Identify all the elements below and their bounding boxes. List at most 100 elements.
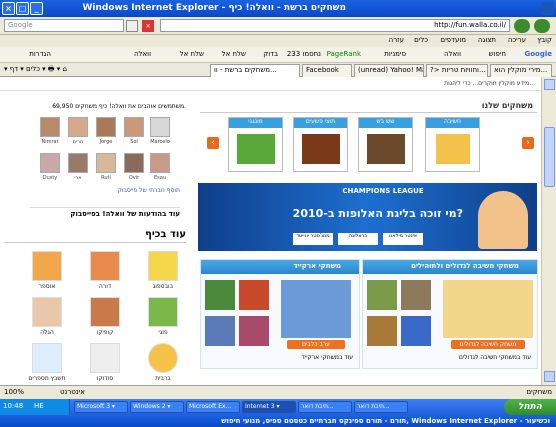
champions-banner[interactable]: CHAMPIONS LEAGUE מי זוכה בליגת האלופות ב… xyxy=(198,183,537,251)
friend-name: Esau xyxy=(154,175,166,181)
scroll-down-icon[interactable] xyxy=(544,371,555,382)
menu-favorites[interactable]: מועדפים xyxy=(441,36,466,44)
menu-tools[interactable]: כלים xyxy=(414,36,428,44)
tab-news[interactable]: ?> וחוויות טריות... xyxy=(426,64,488,77)
game-name: ברבית xyxy=(155,375,171,382)
maximize-button[interactable]: □ xyxy=(16,2,29,15)
game-thumb[interactable] xyxy=(367,316,397,346)
menu-view[interactable]: תצוגה xyxy=(478,36,496,44)
game-thumb[interactable] xyxy=(401,316,431,346)
featured-arcade-game[interactable] xyxy=(281,280,351,338)
toolbar-settings[interactable]: הגדרות xyxy=(29,50,51,58)
game-thumb[interactable] xyxy=(239,280,269,310)
avatar[interactable] xyxy=(150,117,170,137)
avatar[interactable] xyxy=(68,117,88,137)
start-button[interactable]: התחל xyxy=(504,399,556,415)
tab-facebook[interactable]: Facebook xyxy=(302,64,352,77)
status-text: משחקים xyxy=(526,388,552,396)
crime-image xyxy=(301,134,340,164)
toolbar-send[interactable]: שלח אל xyxy=(222,50,246,58)
hagla-icon[interactable] xyxy=(32,297,62,327)
friend-name: Sol xyxy=(130,139,138,145)
team-inter: אינטר מילאנו xyxy=(383,233,423,245)
toolbar-search[interactable]: חיפוש xyxy=(489,50,506,58)
toolbar-bookmarks[interactable]: סימניות xyxy=(384,50,406,58)
friend-name: Dusty xyxy=(42,175,58,181)
taskbar-button[interactable]: Microsoft Ex... xyxy=(186,401,240,413)
scroll-up-icon[interactable] xyxy=(544,79,555,90)
toolbar-check[interactable]: בדוק xyxy=(263,50,278,58)
avatar[interactable] xyxy=(124,117,144,137)
thinking-play-button[interactable]: משחק חשיבה לגדולים xyxy=(451,340,525,349)
tab-walla-games[interactable]: משחקים ברשת - וו... xyxy=(210,64,300,77)
thinking-panel-title: משחקי חשיבה לגדולים ולתוהילים xyxy=(363,260,537,274)
avatar[interactable] xyxy=(68,153,88,173)
spongebob-icon[interactable] xyxy=(148,251,178,281)
game-thumb[interactable] xyxy=(367,280,397,310)
back-icon[interactable] xyxy=(534,19,550,33)
zoom-level[interactable]: 100% xyxy=(4,388,24,396)
toolbar-walla[interactable]: וואלה xyxy=(444,50,461,58)
tab-yahoo-mail[interactable]: (unread) Yahoo! Mail (33) 🔁 xyxy=(354,64,424,77)
avatar[interactable] xyxy=(150,153,170,173)
avatar[interactable] xyxy=(96,153,116,173)
game-name: דורה xyxy=(98,283,112,290)
sudoku-icon[interactable] xyxy=(90,343,120,373)
avatar[interactable] xyxy=(40,153,60,173)
taskbar-button[interactable]: Windows 2 ▾ xyxy=(130,401,184,413)
close-button[interactable]: × xyxy=(2,2,15,15)
menu-file[interactable]: קובץ xyxy=(537,36,552,44)
toolbar-pagerank[interactable]: PageRank xyxy=(327,50,361,58)
tab-other[interactable]: מירי מוקלין הוא... xyxy=(490,64,552,77)
menu-help[interactable]: עזרה xyxy=(389,36,404,44)
menu-edit[interactable]: עריכה xyxy=(508,36,526,44)
thinking-more-link[interactable]: עוד במשחקי חשיבה לגדולים xyxy=(459,354,531,361)
category-monkey[interactable]: מונגגי xyxy=(228,117,283,172)
category-backgammon[interactable]: שש בש xyxy=(358,117,413,172)
forward-icon[interactable] xyxy=(514,19,530,33)
clock: 10:48 xyxy=(3,402,24,410)
pogi-icon[interactable] xyxy=(148,297,178,327)
taskbar-button[interactable]: תיבת דואר... xyxy=(298,401,352,413)
avatar[interactable] xyxy=(124,153,144,173)
game-thumb[interactable] xyxy=(205,280,235,310)
web-content: מידע מוקלין חוקרים... כדי ליהנות... משחק… xyxy=(0,77,541,385)
toolbar-send-2[interactable]: שלח אל xyxy=(180,50,204,58)
bottom-strip-title: תורם - תורם ספינקס חברתיים כטסטם ספיס, מ… xyxy=(221,417,550,425)
game-thumb[interactable] xyxy=(205,316,235,346)
game-thumb[interactable] xyxy=(401,280,431,310)
search-box[interactable]: Google xyxy=(4,19,124,32)
smiley-icon[interactable] xyxy=(148,343,178,373)
search-icon[interactable] xyxy=(126,20,138,32)
game-thumb[interactable] xyxy=(239,316,269,346)
google-toolbar-logo: Google xyxy=(524,50,552,58)
kofiko-icon[interactable] xyxy=(90,297,120,327)
dora-icon[interactable] xyxy=(90,251,120,281)
stop-icon[interactable]: × xyxy=(142,20,154,32)
category-thinking[interactable]: חשיבה xyxy=(425,117,480,172)
arcade-play-button[interactable]: ערב כלבים xyxy=(287,340,345,349)
toolbar-walla-2[interactable]: וואלה xyxy=(134,50,151,58)
banner-headline: מי זוכה בליגת האלופות ב-2010? xyxy=(292,207,463,220)
crossword-icon[interactable] xyxy=(32,343,62,373)
vertical-scrollbar[interactable] xyxy=(541,77,556,385)
toolbar-blocked[interactable]: 233 נחסמו xyxy=(287,50,321,58)
carousel-prev-icon[interactable]: ‹ xyxy=(207,137,219,149)
url-input[interactable]: http://fun.walla.co.il/ xyxy=(160,19,510,32)
friends-more-link[interactable]: עוד בהודעות של וואלה! בפייסבוק xyxy=(30,207,180,218)
avatar[interactable] xyxy=(40,117,60,137)
window-titlebar: Windows Internet Explorer - משחקים ברשת … xyxy=(0,0,556,17)
avatar[interactable] xyxy=(96,117,116,137)
minimize-button[interactable]: _ xyxy=(30,2,43,15)
carousel-next-icon[interactable]: › xyxy=(522,137,534,149)
language-indicator[interactable]: HE xyxy=(34,402,44,410)
category-crime[interactable]: תוצי פשעים xyxy=(293,117,348,172)
arcade-more-link[interactable]: עוד במשחקי ארקייד xyxy=(302,354,353,361)
featured-thinking-game[interactable] xyxy=(443,280,533,338)
asterix-icon[interactable] xyxy=(32,251,62,281)
taskbar-button[interactable]: תיבת דואר... xyxy=(354,401,408,413)
page-tools[interactable]: ▾ כלים ▾ דף ▾ 🖶 ▾ ⌂ xyxy=(4,65,114,75)
taskbar-button-active[interactable]: Internet 3 ▾ xyxy=(242,401,296,413)
taskbar-button[interactable]: Microsoft 3 ▾ xyxy=(74,401,128,413)
scroll-thumb[interactable] xyxy=(544,127,555,187)
